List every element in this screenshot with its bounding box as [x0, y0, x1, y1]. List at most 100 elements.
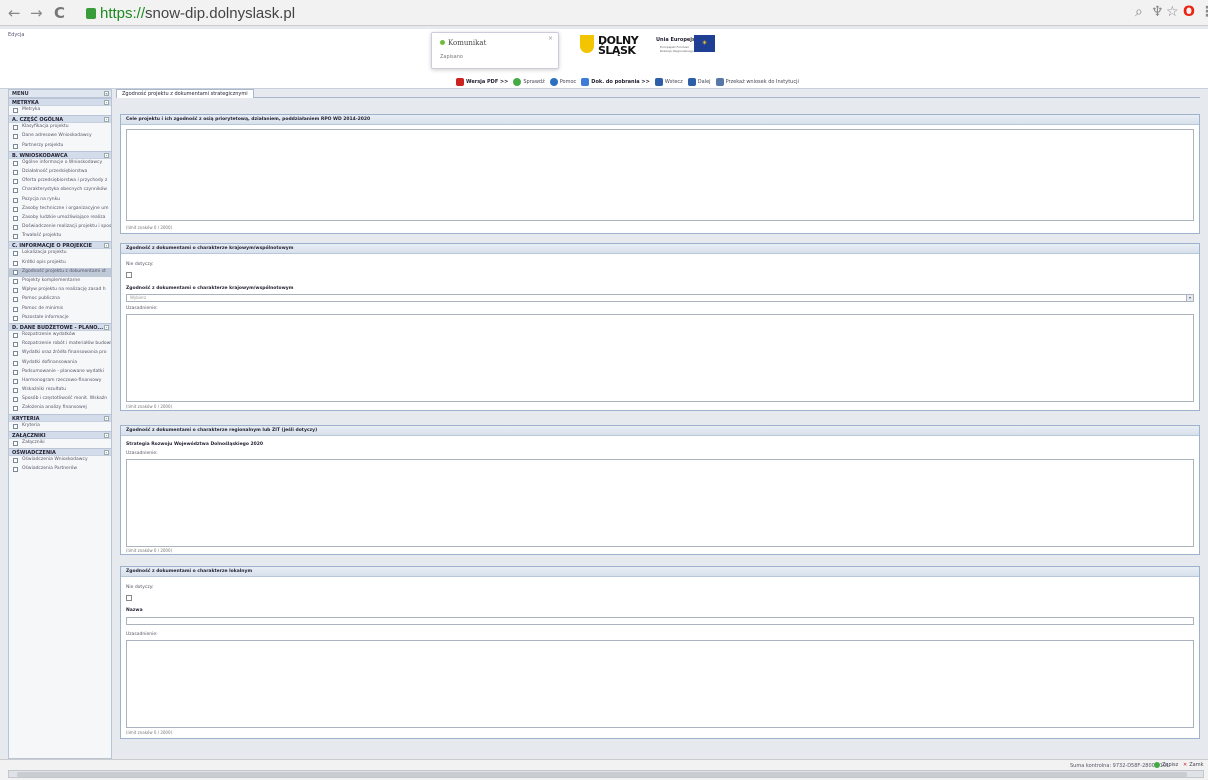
sidebar-item-label: Ogólne informacje o Wnioskodawcy	[22, 159, 103, 165]
save-button[interactable]: Zapisz	[1154, 762, 1178, 768]
sidebar-item[interactable]: Działalność przedsiębiorstwa	[9, 168, 111, 177]
chevron-down-icon[interactable]: ▾	[1186, 295, 1193, 301]
sidebar-item[interactable]: Założenia analizy finansowej	[9, 404, 111, 413]
panel-regional-docs: Zgodność z dokumentami o charakterze reg…	[120, 425, 1200, 555]
close-button[interactable]: ✕ Zamk	[1183, 762, 1203, 768]
name-input[interactable]	[126, 617, 1194, 625]
docs-button[interactable]: Dok. do pobrania >>	[581, 77, 650, 86]
panel-project-goals: Cele projektu i ich zgodność z osią prio…	[120, 114, 1200, 234]
panel-title: Zgodność z dokumentami o charakterze reg…	[121, 426, 1199, 436]
menu-section[interactable]: OŚWIADCZENIA -	[9, 448, 111, 456]
toast-message: Zapisano	[440, 54, 463, 60]
sidebar-item[interactable]: Klasyfikacja projektu	[9, 123, 111, 132]
sidebar-item[interactable]: Krótki opis projektu	[9, 259, 111, 268]
back-icon[interactable]: ←	[8, 4, 21, 22]
star-icon[interactable]: ☆	[1166, 4, 1179, 20]
address-bar[interactable]: https://snow-dip.dolnyslask.pl	[86, 4, 1146, 22]
national-docs-select[interactable]: Wybierz ▾	[126, 294, 1194, 302]
document-icon	[13, 332, 18, 338]
mode-label: Edycja	[8, 32, 25, 38]
not-applicable-checkbox[interactable]	[126, 595, 132, 601]
collapse-icon[interactable]: -	[104, 415, 109, 421]
forward-icon[interactable]: →	[30, 4, 43, 22]
sidebar-item[interactable]: Projekty komplementarne	[9, 277, 111, 286]
horizontal-scrollbar[interactable]	[8, 770, 1204, 778]
help-button[interactable]: Pomoc	[549, 77, 576, 86]
close-icon: ✕	[1183, 762, 1188, 768]
sidebar-item[interactable]: Wydatki dofinansowania	[9, 359, 111, 368]
menu-icon[interactable]: ⋮	[1200, 4, 1208, 20]
next-button[interactable]: Dalej	[687, 77, 711, 86]
document-icon	[13, 315, 18, 321]
submit-button[interactable]: Przekaż wniosek do Instytucji	[715, 77, 799, 86]
sidebar-item-label: Charakterystyka obecnych czynników	[22, 187, 107, 193]
sidebar-item[interactable]: Lokalizacja projektu	[9, 249, 111, 258]
collapse-icon[interactable]: -	[104, 100, 109, 105]
opera-icon[interactable]: O	[1183, 4, 1195, 20]
menu-section[interactable]: ZAŁĄCZNIKI -	[9, 430, 111, 439]
menu-section[interactable]: C. INFORMACJE O PROJEKCIE -	[9, 241, 111, 250]
goals-textarea[interactable]	[126, 129, 1194, 221]
national-justification-textarea[interactable]	[126, 314, 1194, 402]
back-button[interactable]: Wstecz	[654, 77, 683, 86]
sidebar-item[interactable]: Rozpatrzenie wydatków	[9, 331, 111, 340]
sidebar-item[interactable]: Rozpatrzenie robót i materiałów budowlan…	[9, 340, 111, 349]
tab-strategic-documents[interactable]: Zgodność projektu z dokumentami strategi…	[116, 89, 254, 98]
document-icon	[13, 297, 18, 303]
document-icon	[13, 188, 18, 194]
menu-section[interactable]: A. CZĘŚĆ OGÓLNA -	[9, 115, 111, 124]
sidebar-item[interactable]: Harmonogram rzeczowo-finansowy	[9, 377, 111, 386]
collapse-icon[interactable]: -	[104, 117, 109, 123]
sidebar-item[interactable]: Podsumowanie - planowane wydatki	[9, 368, 111, 377]
sidebar-item[interactable]: Pozycja na rynku	[9, 196, 111, 205]
pdf-button[interactable]: Wersja PDF >>	[456, 77, 508, 86]
collapse-icon[interactable]: -	[104, 450, 109, 455]
sidebar-item[interactable]: Oświadczenia Wnioskodawcy	[9, 456, 111, 465]
collapse-icon[interactable]: «	[104, 91, 109, 96]
not-applicable-checkbox[interactable]	[126, 272, 132, 278]
collapse-icon[interactable]: -	[104, 432, 109, 438]
sidebar-item-label: Trwałość projektu	[22, 233, 62, 239]
scrollbar-thumb[interactable]	[17, 772, 1187, 777]
sidebar-item[interactable]: Doświadczenie realizacji projektu i spos…	[9, 223, 111, 232]
collapse-icon[interactable]: -	[104, 324, 109, 330]
reload-icon[interactable]: C	[54, 4, 65, 22]
sidebar-item[interactable]: Oferta przedsiębiorstwa i przychody z	[9, 177, 111, 186]
sidebar-item[interactable]: Wskaźniki rezultatu	[9, 386, 111, 395]
document-icon	[13, 369, 18, 375]
close-icon[interactable]: ×	[548, 35, 553, 42]
sidebar-item[interactable]: Partnerzy projektu	[9, 142, 111, 151]
collapse-icon[interactable]: -	[104, 152, 109, 158]
sidebar-item[interactable]: Zgodność projektu z dokumentami st	[9, 267, 111, 277]
sidebar-item[interactable]: Sposób i częstotliwość monit. Wskaźn	[9, 395, 111, 404]
sidebar-item[interactable]: Zasoby ludzkie umożliwiające realiza	[9, 214, 111, 223]
sidebar-item[interactable]: Zasoby techniczne i organizacyjne um	[9, 205, 111, 214]
menu-section[interactable]: B. WNIOSKODAWCA -	[9, 150, 111, 159]
sidebar-item-label: Wpływ projektu na realizację zasad h	[22, 287, 106, 293]
regional-justification-textarea[interactable]	[126, 459, 1194, 547]
sidebar-item-label: Harmonogram rzeczowo-finansowy	[22, 377, 102, 383]
search-icon[interactable]: ⌕	[1135, 4, 1143, 20]
sidebar-item[interactable]: Charakterystyka obecnych czynników	[9, 186, 111, 195]
sidebar-item[interactable]: Pomoc publiczna	[9, 295, 111, 304]
menu-section[interactable]: METRYKA -	[9, 98, 111, 106]
sidebar-item[interactable]: Kryteria	[9, 422, 111, 431]
sidebar-item[interactable]: Załączniki	[9, 439, 111, 448]
menu-section[interactable]: D. DANE BUDŻETOWE - PLANO... -	[9, 322, 111, 331]
validate-button[interactable]: Sprawdź	[513, 77, 545, 86]
sidebar-item-label: Zasoby techniczne i organizacyjne um	[22, 205, 109, 211]
menu-section[interactable]: KRYTERIA -	[9, 413, 111, 422]
pin-icon[interactable]: ♆	[1151, 4, 1164, 20]
sidebar-item[interactable]: Dane adresowe Wnioskodawcy	[9, 132, 111, 141]
sidebar-item[interactable]: Pomoc de minimis	[9, 305, 111, 314]
sidebar-item[interactable]: Pozostałe informacje	[9, 314, 111, 323]
collapse-icon[interactable]: -	[104, 243, 109, 249]
sidebar-item[interactable]: Wpływ projektu na realizację zasad h	[9, 286, 111, 295]
sidebar-item[interactable]: Oświadczenia Partnerów	[9, 465, 111, 474]
sidebar-item[interactable]: Metryka	[9, 106, 111, 115]
document-icon	[13, 269, 18, 275]
sidebar-item[interactable]: Trwałość projektu	[9, 232, 111, 241]
sidebar-item[interactable]: Ogólne informacje o Wnioskodawcy	[9, 159, 111, 168]
sidebar-item[interactable]: Wydatki oraz źródła finansowania pro	[9, 349, 111, 358]
local-justification-textarea[interactable]	[126, 640, 1194, 728]
